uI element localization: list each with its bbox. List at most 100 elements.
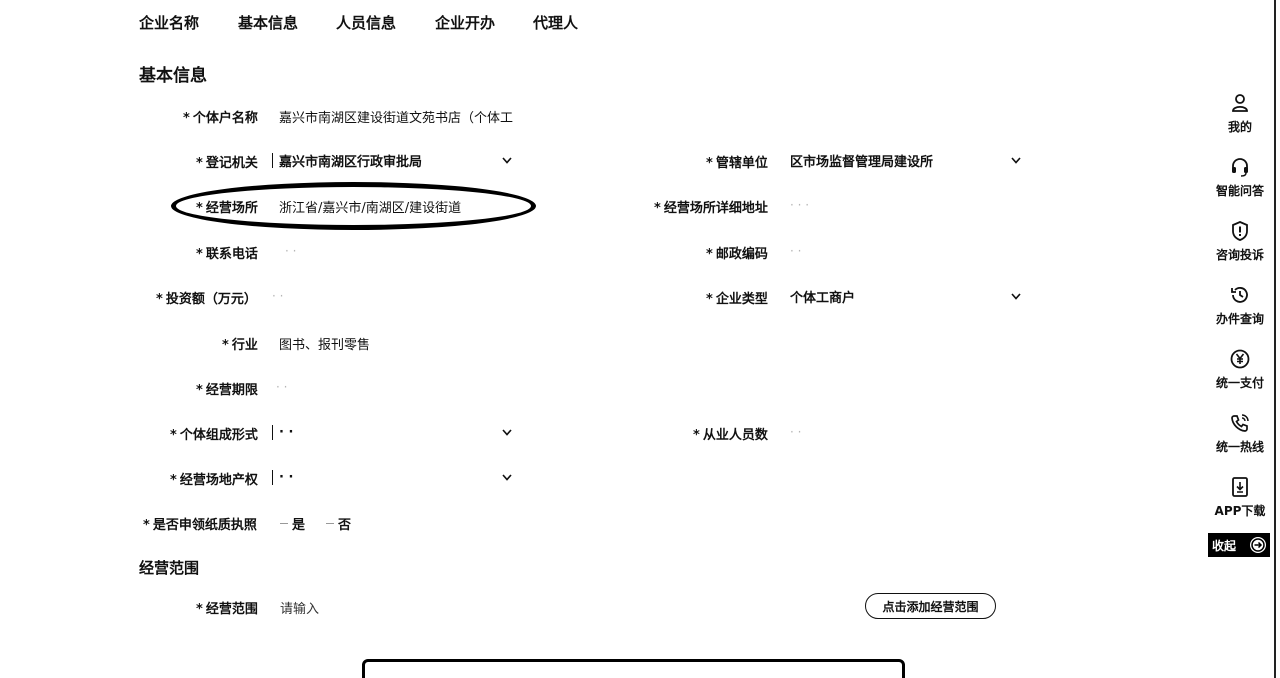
select-bar <box>272 469 273 485</box>
required-mark: * <box>693 428 700 443</box>
sidebar-collapse-button[interactable]: 收起 <box>1208 533 1270 557</box>
paper-license-no-radio[interactable]: 否 <box>326 514 351 533</box>
required-mark: * <box>196 383 203 398</box>
premises-ownership-label: * 经营场地产权 <box>170 469 258 488</box>
business-premises-cascader[interactable]: 浙江省/嘉兴市/南湖区/建设街道 <box>279 197 461 216</box>
required-mark: * <box>170 473 177 488</box>
supervising-unit-select[interactable]: 区市场监督管理局建设所 <box>790 149 1021 171</box>
employee-count-input[interactable]: · · <box>790 425 801 439</box>
phone-label: * 联系电话 <box>196 243 258 262</box>
tab-agent[interactable]: 代理人 <box>533 12 578 33</box>
business-term-label: * 经营期限 <box>196 379 258 398</box>
investment-label: * 投资额（万元） <box>156 288 257 307</box>
registration-authority-label-text: 登记机关 <box>205 156 258 171</box>
select-bar <box>272 152 273 168</box>
required-mark: * <box>143 518 150 533</box>
paper-license-label: * 是否申领纸质执照 <box>143 514 257 533</box>
sidebar-item-app-download[interactable]: APP下载 <box>1206 476 1274 519</box>
required-mark: * <box>196 602 203 617</box>
enterprise-type-value: 个体工商户 <box>790 290 856 306</box>
industry-label-text: 行业 <box>231 338 258 353</box>
household-name-input[interactable]: 嘉兴市南湖区建设街道文苑书店（个体工 <box>279 107 514 126</box>
required-mark: * <box>196 156 203 171</box>
sidebar-edge <box>1274 0 1276 678</box>
supervising-unit-value: 区市场监督管理局建设所 <box>790 154 934 170</box>
required-mark: * <box>706 292 713 307</box>
premises-ownership-value: · · <box>279 469 294 485</box>
industry-input[interactable]: 图书、报刊零售 <box>279 334 370 353</box>
phone-label-text: 联系电话 <box>205 247 258 262</box>
organization-form-label: * 个体组成形式 <box>170 424 258 443</box>
sidebar-item-label: 统一支付 <box>1215 376 1264 390</box>
business-term-label-text: 经营期限 <box>205 383 258 398</box>
sidebar-item-payment[interactable]: 统一支付 <box>1206 348 1274 391</box>
sidebar-item-label: APP下载 <box>1214 504 1266 518</box>
business-term-input[interactable]: · · <box>276 380 287 394</box>
employee-count-label-text: 从业人员数 <box>702 428 768 443</box>
required-mark: * <box>170 428 177 443</box>
household-name-label: * 个体户名称 <box>183 107 258 126</box>
chevron-down-icon <box>1011 291 1021 301</box>
required-mark: * <box>706 156 713 171</box>
organization-form-value: · · <box>279 424 294 440</box>
sidebar-item-hotline[interactable]: 统一热线 <box>1206 412 1274 455</box>
household-name-label-text: 个体户名称 <box>192 111 258 126</box>
select-bar <box>272 424 273 440</box>
business-premises-label-text: 经营场所 <box>205 201 258 216</box>
registration-authority-value: 嘉兴市南湖区行政审批局 <box>279 154 423 170</box>
sidebar-item-label: 统一热线 <box>1215 440 1264 454</box>
industry-label: * 行业 <box>222 334 258 353</box>
tab-enterprise-opening[interactable]: 企业开办 <box>435 12 495 33</box>
yen-icon <box>1230 349 1250 369</box>
tab-basic-info[interactable]: 基本信息 <box>238 12 298 33</box>
sidebar-item-label: 咨询投诉 <box>1215 248 1264 262</box>
business-scope-label-text: 经营范围 <box>205 602 258 617</box>
chevron-down-icon <box>502 155 512 165</box>
tab-enterprise-name[interactable]: 企业名称 <box>139 12 199 33</box>
required-mark: * <box>196 201 203 216</box>
chevron-down-icon <box>1011 155 1021 165</box>
phone-icon <box>1231 414 1249 432</box>
postal-code-input[interactable]: · · <box>790 244 801 258</box>
sidebar-item-label: 我的 <box>1227 120 1252 134</box>
premises-ownership-label-text: 经营场地产权 <box>179 473 258 488</box>
premises-address-input[interactable]: · · · <box>790 198 809 212</box>
section-title-business-scope: 经营范围 <box>139 559 200 577</box>
chevron-down-icon <box>502 472 512 482</box>
premises-ownership-select[interactable]: · · <box>272 466 512 488</box>
registration-authority-label: * 登记机关 <box>196 152 258 171</box>
radio-circle <box>326 523 334 524</box>
employee-count-label: * 从业人员数 <box>693 424 768 443</box>
postal-code-label: * 邮政编码 <box>706 243 768 262</box>
premises-address-label: * 经营场所详细地址 <box>654 197 768 216</box>
tab-personnel-info[interactable]: 人员信息 <box>336 12 396 33</box>
chevron-down-icon <box>502 427 512 437</box>
phone-input[interactable]: · · <box>285 244 296 258</box>
section-title-basic-info: 基本信息 <box>139 66 207 86</box>
paper-license-label-text: 是否申领纸质执照 <box>152 518 257 533</box>
arrow-right-circle-icon <box>1250 537 1266 553</box>
sidebar-item-label: 智能问答 <box>1215 184 1264 198</box>
radio-yes-label: 是 <box>292 518 306 533</box>
organization-form-select[interactable]: · · <box>272 421 512 443</box>
business-scope-input[interactable]: 请输入 <box>280 598 319 617</box>
sidebar-item-mine[interactable]: 我的 <box>1206 92 1274 135</box>
history-icon <box>1231 287 1248 303</box>
required-mark: * <box>654 201 661 216</box>
sidebar-item-case-query[interactable]: 办件查询 <box>1206 284 1274 327</box>
sidebar-item-complaint[interactable]: 咨询投诉 <box>1206 220 1274 263</box>
enterprise-type-label-text: 企业类型 <box>715 292 768 307</box>
postal-code-label-text: 邮政编码 <box>715 247 768 262</box>
premises-address-label-text: 经营场所详细地址 <box>663 201 768 216</box>
sidebar-item-smart-qa[interactable]: 智能问答 <box>1206 156 1274 199</box>
download-icon <box>1232 477 1248 497</box>
investment-input[interactable]: · · <box>272 289 283 303</box>
bottom-panel <box>362 659 905 678</box>
paper-license-yes-radio[interactable]: 是 <box>280 514 305 533</box>
shield-icon <box>1232 221 1248 241</box>
required-mark: * <box>156 292 163 307</box>
registration-authority-select[interactable]: 嘉兴市南湖区行政审批局 <box>272 149 512 171</box>
add-business-scope-button[interactable]: 点击添加经营范围 <box>865 593 996 619</box>
sidebar-item-label: 办件查询 <box>1215 312 1264 326</box>
enterprise-type-select[interactable]: 个体工商户 <box>790 285 1021 307</box>
